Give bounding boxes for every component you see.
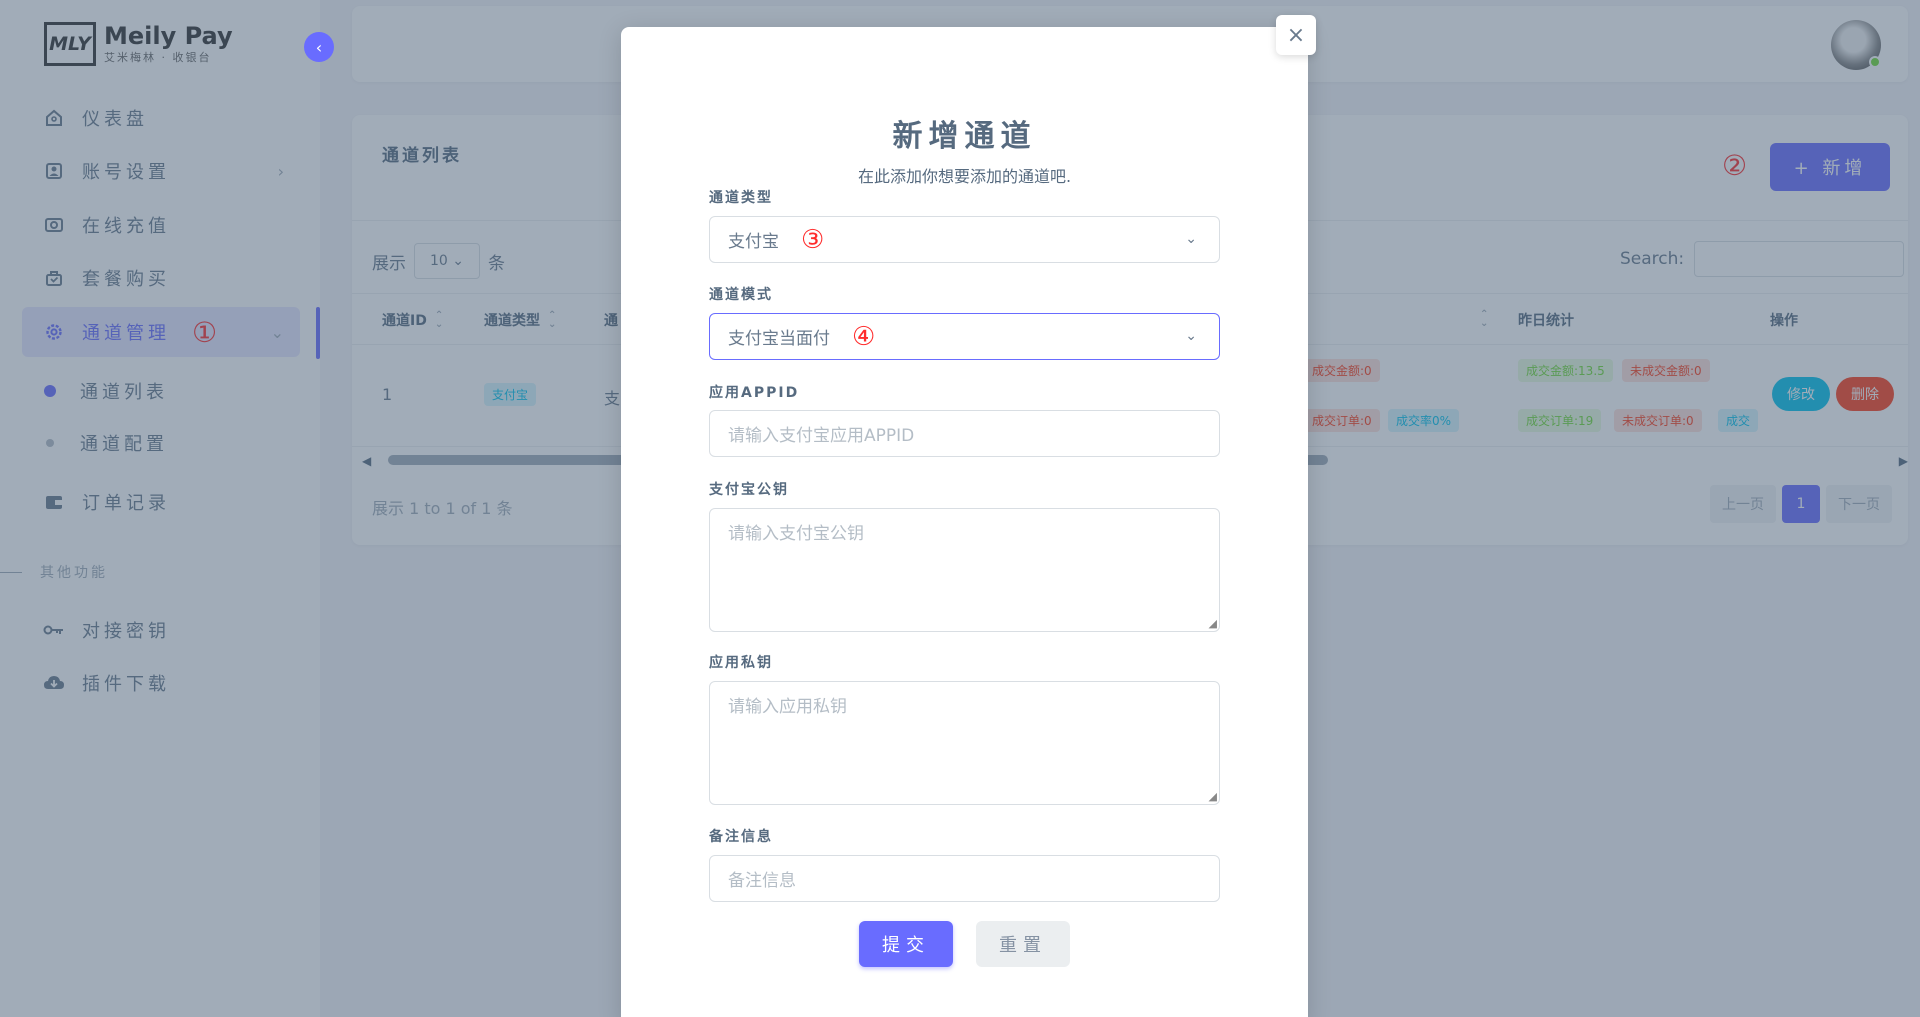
remark-label: 备注信息 (709, 829, 773, 845)
channel-type-label: 通道类型 (709, 190, 773, 206)
chevron-down-icon: ⌄ (1185, 328, 1197, 344)
submit-button[interactable]: 提交 (859, 921, 953, 967)
alipay-public-key-textarea[interactable]: 请输入支付宝公钥 ◢ (709, 508, 1220, 632)
annotation-marker-4: ④ (852, 321, 876, 352)
sidebar-collapse-button[interactable]: ‹ (304, 32, 334, 62)
modal-title: 新增通道 (892, 119, 1037, 154)
remark-input[interactable]: 备注信息 (709, 855, 1220, 902)
close-icon[interactable]: × (1276, 15, 1316, 55)
appid-label: 应用APPID (709, 385, 800, 401)
modal-subtitle: 在此添加你想要添加的通道吧. (857, 167, 1072, 186)
resize-handle-icon[interactable]: ◢ (1209, 617, 1217, 630)
alipay-public-key-placeholder: 请输入支付宝公钥 (728, 524, 864, 544)
app-private-key-textarea[interactable]: 请输入应用私钥 ◢ (709, 681, 1220, 805)
app-private-key-label: 应用私钥 (709, 655, 773, 671)
channel-mode-label: 通道模式 (709, 287, 773, 303)
channel-mode-value: 支付宝当面付 (728, 329, 830, 349)
channel-type-select[interactable]: 支付宝 ③ ⌄ (709, 216, 1220, 263)
channel-mode-select[interactable]: 支付宝当面付 ④ ⌄ (709, 313, 1220, 360)
reset-button[interactable]: 重置 (976, 921, 1070, 967)
annotation-marker-3: ③ (801, 224, 825, 255)
alipay-public-key-label: 支付宝公钥 (709, 482, 789, 498)
channel-type-value: 支付宝 (728, 232, 779, 252)
add-channel-modal: 新增通道 在此添加你想要添加的通道吧. 通道类型 支付宝 ③ ⌄ 通道模式 支付… (621, 27, 1308, 1017)
chevron-down-icon: ⌄ (1185, 231, 1197, 247)
appid-input[interactable]: 请输入支付宝应用APPID (709, 410, 1220, 457)
resize-handle-icon[interactable]: ◢ (1209, 790, 1217, 803)
app-private-key-placeholder: 请输入应用私钥 (728, 697, 847, 717)
